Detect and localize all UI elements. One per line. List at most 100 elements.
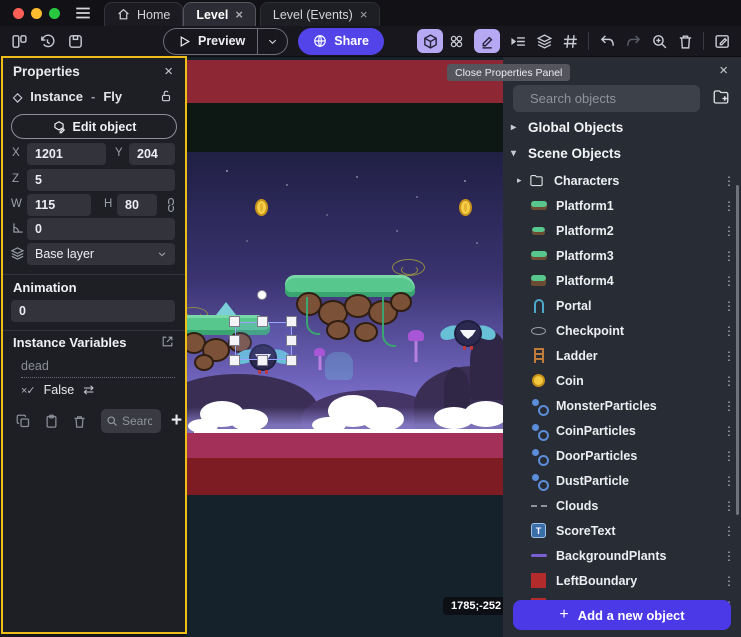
resize-handle[interactable] (230, 356, 239, 365)
object-list-item[interactable]: LeftBoundary⋮ (503, 568, 741, 593)
ground-band (186, 433, 503, 458)
object-list-item[interactable]: Coin⋮ (503, 368, 741, 393)
unlock-icon[interactable] (159, 89, 173, 103)
y-input[interactable] (129, 143, 175, 165)
resize-handle[interactable] (258, 356, 267, 365)
platform1-icon (530, 197, 547, 214)
animation-input[interactable] (11, 300, 175, 322)
history-icon[interactable] (34, 29, 60, 53)
edit-object-button[interactable]: Edit object (11, 114, 177, 139)
chevron-right-icon[interactable]: ▸ (517, 175, 528, 186)
object-list-item[interactable]: Ladder⋮ (503, 343, 741, 368)
close-tab-icon[interactable]: × (235, 7, 243, 22)
object-list-item[interactable]: Platform1⋮ (503, 193, 741, 218)
zoom-in-icon[interactable] (646, 29, 672, 53)
preview-button[interactable]: Preview (163, 28, 288, 55)
redo-icon[interactable] (620, 29, 646, 53)
fly-sprite[interactable] (440, 320, 496, 356)
editor-layout-icon[interactable] (6, 29, 32, 53)
grid-icon[interactable] (557, 29, 583, 53)
variables-search[interactable] (101, 409, 161, 433)
tab-level[interactable]: Level × (183, 2, 256, 26)
global-objects-group[interactable]: ▸ Global Objects (511, 120, 623, 135)
trash-icon[interactable] (72, 414, 87, 429)
globe-icon (313, 34, 327, 48)
lock-aspect-ratio-icon[interactable] (164, 197, 178, 213)
object-name: Clouds (556, 499, 717, 513)
toggle-boolean-icon[interactable]: ⇄ (83, 382, 94, 398)
object-list-item[interactable]: BackgroundPlants⋮ (503, 543, 741, 568)
resize-handle[interactable] (230, 336, 239, 345)
resize-handle[interactable] (230, 317, 239, 326)
add-variable-button[interactable]: + (171, 410, 182, 432)
objects-search-input[interactable] (530, 91, 706, 106)
save-icon[interactable] (62, 29, 88, 53)
scene-properties-icon[interactable] (709, 29, 735, 53)
boolean-type-icon: ×✓ (21, 384, 35, 397)
variables-search-input[interactable] (122, 414, 152, 428)
resize-handle[interactable] (287, 356, 296, 365)
menu-icon[interactable] (74, 4, 92, 22)
object-list-item[interactable]: Checkpoint⋮ (503, 318, 741, 343)
instances-list-icon[interactable] (505, 29, 531, 53)
copy-icon[interactable] (16, 414, 31, 429)
h-input[interactable] (117, 194, 157, 216)
add-folder-icon[interactable] (712, 88, 730, 106)
add-object-button[interactable]: + Add a new object (513, 600, 731, 630)
close-objects-panel-icon[interactable]: × (719, 62, 728, 79)
open-variables-editor-icon[interactable] (161, 335, 174, 348)
preview-dropdown-icon[interactable] (258, 36, 287, 47)
variable-value[interactable]: False (44, 383, 75, 397)
angle-input[interactable] (27, 218, 175, 240)
object-list-item[interactable]: DoorParticles⋮ (503, 443, 741, 468)
variable-name[interactable]: dead (21, 359, 175, 378)
minimize-window-button[interactable] (31, 8, 42, 19)
paste-icon[interactable] (44, 414, 59, 429)
ladder-icon (530, 347, 547, 364)
share-button[interactable]: Share (298, 28, 384, 55)
undo-icon[interactable] (594, 29, 620, 53)
object-list-item[interactable]: Platform2⋮ (503, 218, 741, 243)
object-list-item[interactable]: CoinParticles⋮ (503, 418, 741, 443)
z-input[interactable] (27, 169, 175, 191)
object-list-item[interactable]: ▸Characters⋮ (503, 168, 741, 193)
objects-search[interactable] (513, 85, 700, 112)
resize-handle[interactable] (258, 317, 267, 326)
x-input[interactable] (27, 143, 106, 165)
coin-sprite[interactable] (255, 199, 268, 216)
object-groups-icon[interactable] (443, 29, 469, 53)
selection-rectangle[interactable] (235, 322, 292, 360)
scene-objects-group[interactable]: ▾ Scene Objects (511, 146, 621, 161)
w-input[interactable] (27, 194, 91, 216)
delete-icon[interactable] (672, 29, 698, 53)
object-list-item[interactable]: DustParticle⋮ (503, 468, 741, 493)
close-window-button[interactable] (13, 8, 24, 19)
object-list-item[interactable]: Portal⋮ (503, 293, 741, 318)
object-name: CoinParticles (556, 424, 717, 438)
variable-value-row: ×✓ False ⇄ (21, 382, 94, 398)
item-menu-icon[interactable]: ⋮ (717, 524, 741, 538)
object-name: LeftBoundary (556, 574, 717, 588)
object-list-item[interactable]: Clouds⋮ (503, 493, 741, 518)
scrollbar-thumb[interactable] (736, 185, 739, 515)
object-list-item[interactable]: MonsterParticles⋮ (503, 393, 741, 418)
layers-icon[interactable] (531, 29, 557, 53)
objects-panel-toggle-icon[interactable] (417, 29, 443, 53)
object-list-item[interactable]: Platform3⋮ (503, 243, 741, 268)
object-list-item[interactable]: Platform4⋮ (503, 268, 741, 293)
resize-handle[interactable] (287, 317, 296, 326)
scene-canvas[interactable]: 1785;-252 (186, 57, 503, 637)
item-menu-icon[interactable]: ⋮ (717, 549, 741, 563)
tab-level-events[interactable]: Level (Events) × (260, 2, 381, 26)
resize-handle[interactable] (287, 336, 296, 345)
coin-sprite[interactable] (459, 199, 472, 216)
object-list-item[interactable]: TScoreText⋮ (503, 518, 741, 543)
close-tab-icon[interactable]: × (360, 7, 368, 22)
tab-home[interactable]: Home (104, 2, 183, 26)
maximize-window-button[interactable] (49, 8, 60, 19)
close-properties-icon[interactable]: × (164, 63, 173, 80)
item-menu-icon[interactable]: ⋮ (717, 574, 741, 588)
layer-select[interactable]: Base layer (27, 243, 175, 265)
properties-panel-toggle-icon[interactable] (474, 29, 500, 53)
rotation-handle[interactable] (258, 291, 266, 299)
